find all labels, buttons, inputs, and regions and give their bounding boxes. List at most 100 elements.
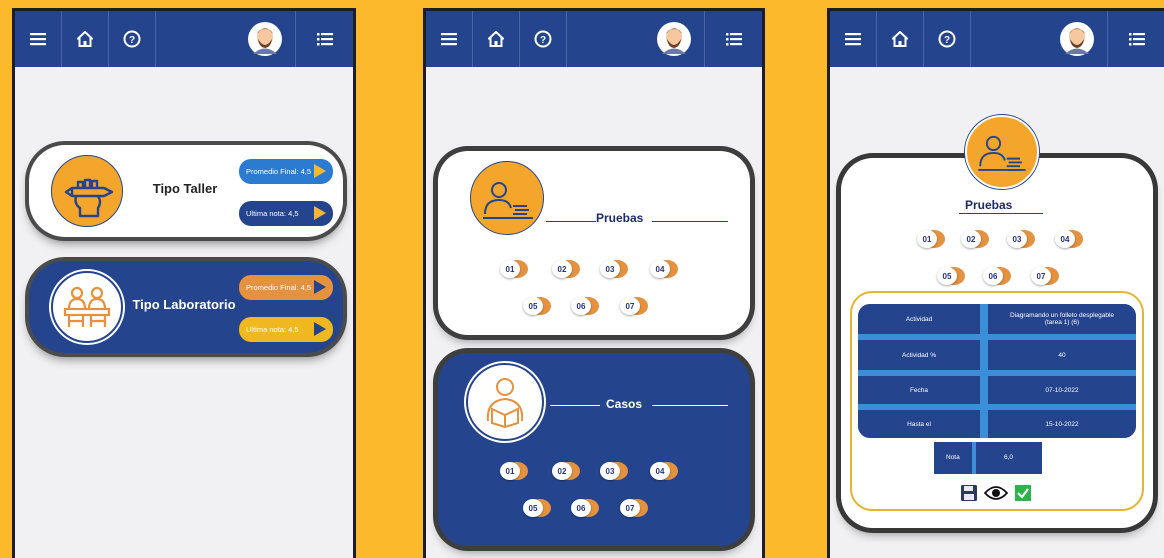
section-title: Pruebas	[596, 211, 644, 225]
eye-icon[interactable]	[984, 485, 1008, 501]
section-title: Casos	[606, 397, 643, 411]
chip-number: 01	[500, 260, 520, 278]
chip-number: 07	[620, 499, 640, 517]
number-chip[interactable]: 07	[1031, 266, 1061, 286]
app-bar: ?	[15, 11, 353, 67]
number-chip[interactable]: 04	[650, 461, 680, 481]
home-icon[interactable]	[877, 11, 924, 67]
number-chip[interactable]: 01	[917, 229, 947, 249]
divider-line	[652, 405, 728, 406]
play-arrow-icon	[314, 280, 326, 294]
save-icon[interactable]	[960, 484, 978, 502]
promedio-final-label: Promedio Final: 4,5	[246, 283, 312, 292]
table-label-cell: Fecha	[858, 376, 980, 404]
menu-icon[interactable]	[15, 11, 62, 67]
ultima-nota-button[interactable]: Ultima nota: 4,5	[239, 317, 333, 342]
number-chip[interactable]: 05	[523, 498, 553, 518]
number-chip[interactable]: 03	[600, 461, 630, 481]
divider-line	[652, 221, 728, 222]
table-label-cell: Actividad	[858, 304, 980, 334]
chip-number: 07	[620, 297, 640, 315]
number-chip[interactable]: 04	[1055, 229, 1085, 249]
phone-screen-evaluaciones: ? Pruebas 01 02 03 04 05 06 07 Casos 01 …	[423, 8, 765, 558]
table-label-cell: Actividad %	[858, 340, 980, 370]
number-chip[interactable]: 01	[500, 461, 530, 481]
number-chip[interactable]: 05	[523, 296, 553, 316]
reading-person-icon	[466, 363, 544, 441]
chip-number: 06	[571, 297, 591, 315]
action-bar	[960, 484, 1032, 502]
play-arrow-icon	[314, 322, 326, 336]
avatar[interactable]	[235, 11, 295, 67]
chip-number: 05	[523, 297, 543, 315]
avatar[interactable]	[644, 11, 704, 67]
detail-table: Actividad Diagramando un folleto despleg…	[858, 304, 1136, 438]
number-chip[interactable]: 05	[937, 266, 967, 286]
svg-text:?: ?	[129, 35, 135, 46]
help-icon[interactable]: ?	[520, 11, 567, 67]
help-icon[interactable]: ?	[109, 11, 156, 67]
promedio-final-button[interactable]: Promedio Final: 4,5	[239, 159, 333, 184]
divider-line	[550, 405, 600, 406]
chip-number: 05	[937, 267, 957, 285]
card-tipo-taller[interactable]: Tipo Taller Promedio Final: 4,5 Ultima n…	[29, 145, 343, 237]
card-casos: Casos 01 02 03 04 05 06 07	[438, 353, 750, 546]
number-chip[interactable]: 07	[620, 498, 650, 518]
nota-label: Nota	[946, 454, 960, 461]
chip-number: 02	[961, 230, 981, 248]
number-chip[interactable]: 02	[552, 259, 582, 279]
app-bar: ?	[426, 11, 762, 67]
table-label-cell: Hasta el	[858, 410, 980, 438]
chip-number: 04	[650, 260, 670, 278]
avatar[interactable]	[1047, 11, 1107, 67]
nota-row: Nota 6,0	[934, 442, 1042, 474]
play-arrow-icon	[314, 206, 326, 220]
card-tipo-laboratorio[interactable]: Tipo Laboratorio Promedio Final: 4,5 Ult…	[29, 261, 343, 353]
number-chip[interactable]: 06	[571, 296, 601, 316]
number-chip[interactable]: 02	[961, 229, 991, 249]
promedio-final-label: Promedio Final: 4,5	[246, 167, 312, 176]
promedio-final-button[interactable]: Promedio Final: 4,5	[239, 275, 333, 300]
number-chip[interactable]: 04	[650, 259, 680, 279]
number-chip[interactable]: 03	[600, 259, 630, 279]
title-underline	[959, 213, 1043, 214]
table-value-cell: 15-10-2022	[988, 410, 1136, 438]
chip-number: 01	[917, 230, 937, 248]
check-icon[interactable]	[1014, 484, 1032, 502]
app-bar: ?	[830, 11, 1164, 67]
number-chip[interactable]: 06	[571, 498, 601, 518]
section-title: Pruebas	[965, 198, 1013, 212]
menu-icon[interactable]	[426, 11, 473, 67]
divider-line	[546, 221, 596, 222]
ultima-nota-button[interactable]: Ultima nota: 4,5	[239, 201, 333, 226]
menu-icon[interactable]	[830, 11, 877, 67]
list-icon[interactable]	[295, 11, 353, 67]
chip-number: 03	[600, 260, 620, 278]
chip-number: 01	[500, 462, 520, 480]
svg-text:?: ?	[944, 35, 950, 46]
list-icon[interactable]	[1107, 11, 1164, 67]
chip-number: 04	[650, 462, 670, 480]
list-icon[interactable]	[704, 11, 762, 67]
help-icon[interactable]: ?	[924, 11, 971, 67]
number-chip[interactable]: 02	[552, 461, 582, 481]
table-value-cell: 07-10-2022	[988, 376, 1136, 404]
ultima-nota-label: Ultima nota: 4,5	[246, 325, 299, 334]
number-chip[interactable]: 06	[983, 266, 1013, 286]
table-value-cell: 40	[988, 340, 1136, 370]
chip-number: 07	[1031, 267, 1051, 285]
home-icon[interactable]	[62, 11, 109, 67]
table-value-cell: Diagramando un folleto desplegable (tare…	[988, 304, 1136, 334]
svg-text:?: ?	[540, 35, 546, 46]
person-with-books-icon	[965, 115, 1039, 189]
chip-number: 02	[552, 260, 572, 278]
nota-value: 6,0	[1004, 454, 1014, 461]
home-icon[interactable]	[473, 11, 520, 67]
card-title: Tipo Taller	[152, 181, 218, 196]
card-title: Tipo Laboratorio	[132, 297, 236, 312]
chip-number: 05	[523, 499, 543, 517]
chip-number: 06	[571, 499, 591, 517]
number-chip[interactable]: 01	[500, 259, 530, 279]
number-chip[interactable]: 03	[1007, 229, 1037, 249]
number-chip[interactable]: 07	[620, 296, 650, 316]
